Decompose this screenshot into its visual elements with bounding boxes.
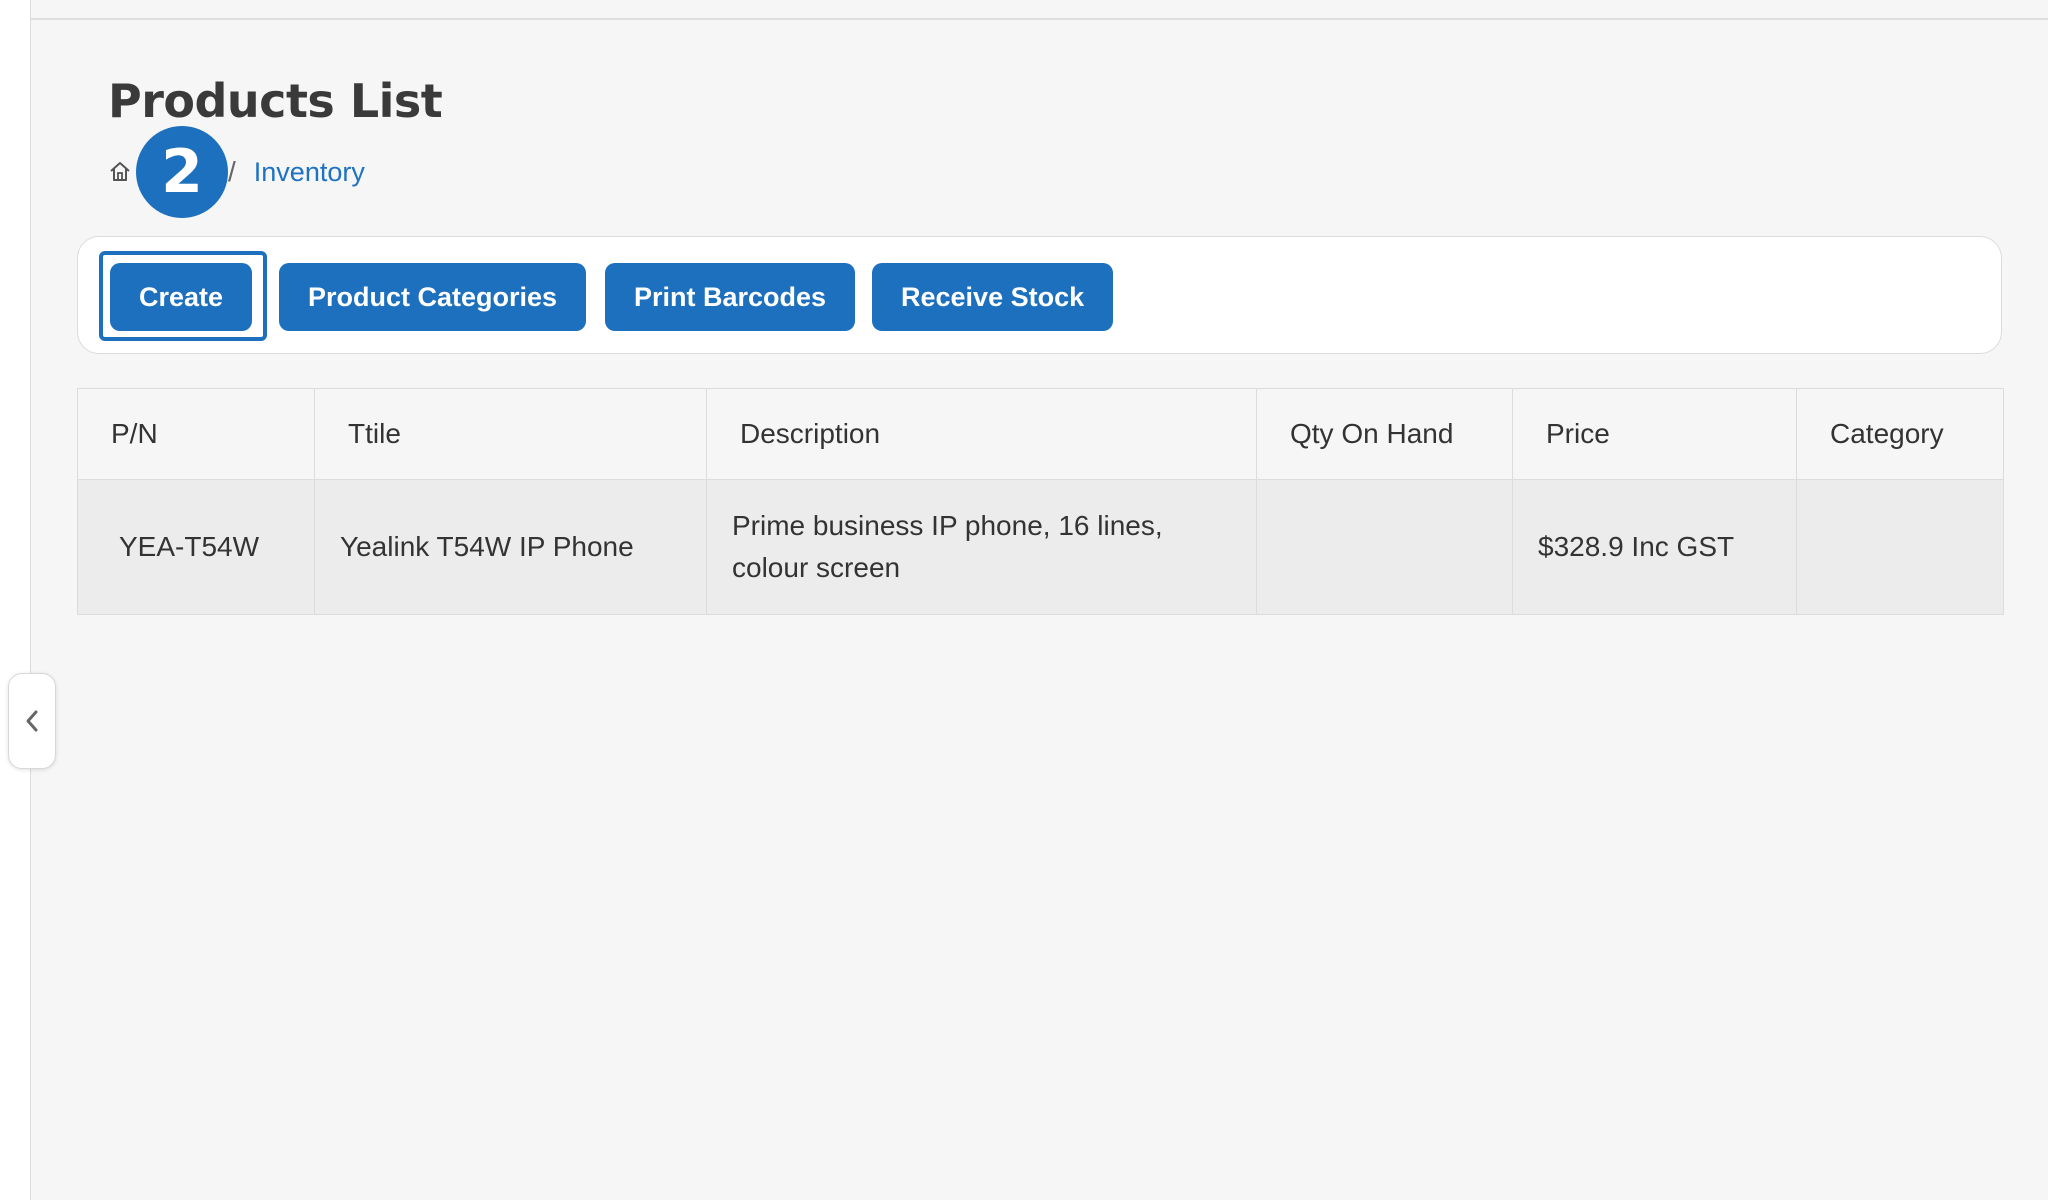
step-number-badge: 2 [136,126,228,218]
create-button[interactable]: Create [110,263,253,331]
breadcrumb-inventory-link[interactable]: Inventory [254,157,365,188]
table-header-row: P/N Ttile Description Qty On Hand Price … [77,388,2004,480]
cell-description: Prime business IP phone, 16 lines, colou… [706,479,1257,615]
chevron-left-icon [26,710,38,732]
cell-category [1796,479,2004,615]
cell-price: $328.9 Inc GST [1512,479,1797,615]
table-row[interactable]: YEA-T54W Yealink T54W IP Phone Prime bus… [77,479,2004,615]
left-sidebar-collapsed [0,0,31,1200]
receive-stock-button[interactable]: Receive Stock [872,263,1114,331]
cell-title: Yealink T54W IP Phone [314,479,707,615]
sidebar-toggle-button[interactable] [8,673,56,769]
cell-qty-on-hand [1256,479,1513,615]
cell-pn: YEA-T54W [77,479,315,615]
print-barcodes-button[interactable]: Print Barcodes [605,263,856,331]
column-header-title[interactable]: Ttile [314,388,707,480]
action-toolbar: Create Product Categories Print Barcodes… [77,236,2002,354]
product-categories-button[interactable]: Product Categories [279,263,587,331]
home-icon[interactable] [108,160,132,184]
products-table: P/N Ttile Description Qty On Hand Price … [77,388,2004,615]
column-header-price[interactable]: Price [1512,388,1797,480]
page-title: Products List [108,74,443,128]
products-table-container: P/N Ttile Description Qty On Hand Price … [77,388,2004,615]
breadcrumb-separator: / [228,156,236,187]
column-header-qty-on-hand[interactable]: Qty On Hand [1256,388,1513,480]
column-header-description[interactable]: Description [706,388,1257,480]
column-header-pn[interactable]: P/N [77,388,315,480]
top-bar [31,0,2048,20]
column-header-category[interactable]: Category [1796,388,2004,480]
